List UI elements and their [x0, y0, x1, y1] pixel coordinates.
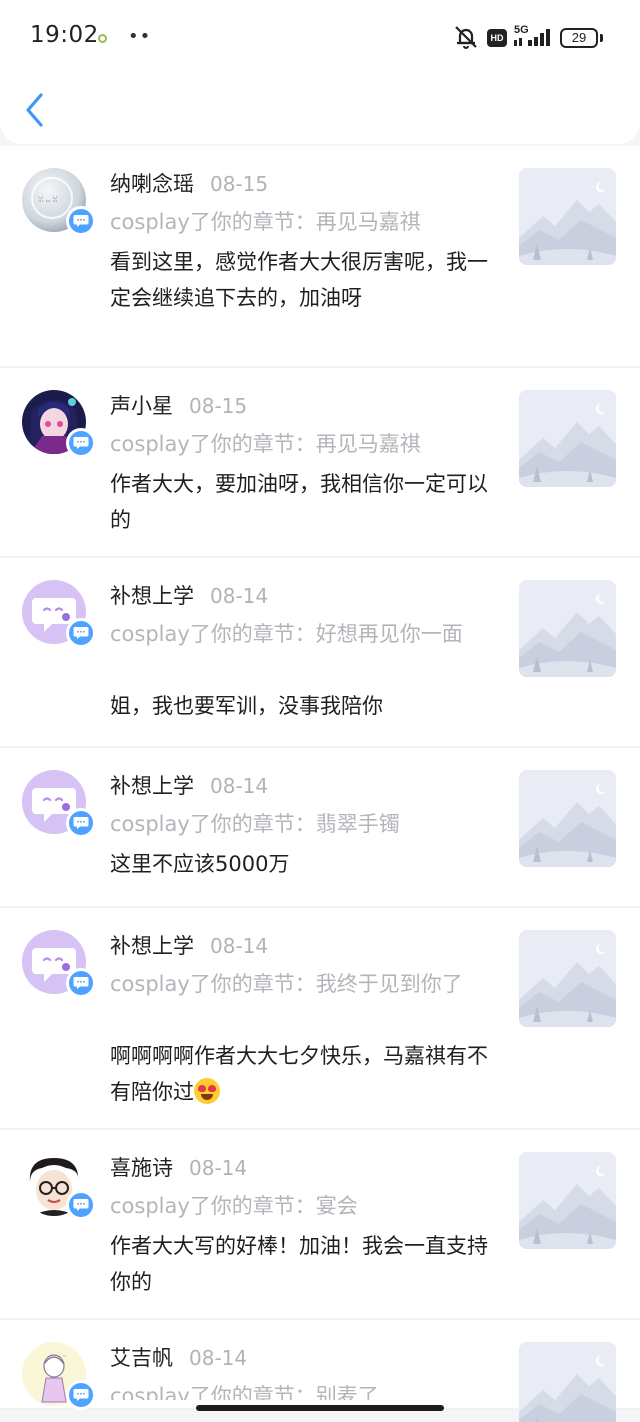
top-bar: 19:02 •• HD 5G 29 — [0, 0, 640, 144]
comment-badge-icon — [66, 968, 96, 998]
status-time: 19:02 — [30, 22, 99, 48]
user-name-text: 艾吉帆 — [110, 1346, 173, 1370]
home-indicator[interactable] — [196, 1405, 444, 1411]
mute-bell-icon — [455, 26, 477, 49]
comment-date: 08-14 — [210, 774, 269, 798]
comment-badge-icon — [66, 808, 96, 838]
chapter-reference: cosplay了你的章节：再见马嘉祺 — [110, 432, 421, 456]
status-bar: 19:02 •• HD 5G 29 — [0, 0, 640, 76]
comment-badge-icon — [66, 1190, 96, 1220]
chapter-reference: cosplay了你的章节：别麦了 — [110, 1384, 379, 1400]
comment-date: 08-15 — [210, 172, 269, 196]
comment-date: 08-14 — [210, 584, 269, 608]
comment-text: 看到这里，感觉作者大大很厉害呢，我一定会继续追下去的，加油呀 — [110, 244, 490, 316]
chapter-reference: cosplay了你的章节：我终于见到你了 — [110, 972, 463, 996]
chapter-reference: cosplay了你的章节：好想再见你一面 — [110, 622, 463, 646]
comment-text: 啊啊啊啊作者大大七夕快乐，马嘉祺有不有陪你过 — [110, 1038, 490, 1110]
comment-badge-icon — [66, 618, 96, 648]
notification-row[interactable]: 喜施诗 08-14 cosplay了你的章节：宴会作者大大写的好棒！加油！我会一直支… — [0, 1130, 640, 1320]
user-name-text: 补想上学 — [110, 934, 194, 958]
notification-dot-icon — [98, 34, 107, 43]
user-name[interactable]: 喜施诗 08-14 — [110, 1152, 247, 1182]
chapter-reference: cosplay了你的章节：翡翠手镯 — [110, 812, 400, 836]
signal-icon — [514, 29, 550, 46]
chapter-thumbnail-placeholder[interactable] — [519, 930, 616, 1027]
notification-row[interactable]: 补想上学 08-14 cosplay了你的章节：我终于见到你了啊啊啊啊作者大大七夕快… — [0, 908, 640, 1130]
comment-text-content: 看到这里，感觉作者大大很厉害呢，我一定会继续追下去的，加油呀 — [110, 250, 488, 310]
chapter-thumbnail-placeholder[interactable] — [519, 390, 616, 487]
user-name-text: 纳喇念瑶 — [110, 172, 194, 196]
hd-badge: HD — [487, 29, 507, 47]
user-name-text: 喜施诗 — [110, 1156, 173, 1180]
comment-badge-icon — [66, 428, 96, 458]
notification-row[interactable]: ~ 艾吉帆 08-14 cosplay了你的章节：别麦了 — [0, 1320, 640, 1422]
user-name-text: 声小星 — [110, 394, 173, 418]
chapter-reference: cosplay了你的章节：宴会 — [110, 1194, 358, 1218]
comment-badge-icon — [66, 1380, 96, 1410]
svg-text:~: ~ — [62, 1353, 67, 1360]
comment-text: 这里不应该5000万 — [110, 846, 490, 882]
comment-date: 08-14 — [189, 1346, 248, 1370]
user-name[interactable]: 补想上学 08-14 — [110, 930, 268, 960]
comment-text-content: 这里不应该5000万 — [110, 852, 290, 876]
user-name-text: 补想上学 — [110, 584, 194, 608]
comment-text: 作者大大写的好棒！加油！我会一直支持你的 — [110, 1228, 490, 1300]
chapter-thumbnail-placeholder[interactable] — [519, 168, 616, 265]
notification-row[interactable]: 补想上学 08-14 cosplay了你的章节：翡翠手镯 这里不应该5000万 — [0, 748, 640, 908]
chapter-thumbnail-placeholder[interactable] — [519, 1342, 616, 1422]
notification-row[interactable]: 声小星 08-15 cosplay了你的章节：再见马嘉祺作者大大，要加油呀，我相信你… — [0, 368, 640, 558]
comment-badge-icon — [66, 206, 96, 236]
svg-text:ꈍ ᴗ ꈍ: ꈍ ᴗ ꈍ — [38, 196, 58, 204]
heart-eyes-emoji-icon — [194, 1078, 220, 1104]
comment-date: 08-15 — [189, 394, 248, 418]
battery-indicator: 29 — [560, 28, 598, 48]
comment-text: 姐，我也要军训，没事我陪你 — [110, 688, 490, 724]
comment-date: 08-14 — [210, 934, 269, 958]
comment-text-content: 姐，我也要军训，没事我陪你 — [110, 694, 383, 718]
user-name[interactable]: 补想上学 08-14 — [110, 580, 268, 610]
comment-text-content: 啊啊啊啊作者大大七夕快乐，马嘉祺有不有陪你过 — [110, 1044, 488, 1104]
chapter-thumbnail-placeholder[interactable] — [519, 770, 616, 867]
user-name[interactable]: 纳喇念瑶 08-15 — [110, 168, 268, 198]
comment-text-content: 作者大大，要加油呀，我相信你一定可以的 — [110, 472, 488, 532]
comment-date: 08-14 — [189, 1156, 248, 1180]
notification-row[interactable]: ꈍ ᴗ ꈍ 纳喇念瑶 08-15 cosplay了你的章节：再见马嘉祺看到这里，感觉作… — [0, 146, 640, 368]
chapter-thumbnail-placeholder[interactable] — [519, 1152, 616, 1249]
back-button[interactable] — [20, 90, 50, 130]
chapter-thumbnail-placeholder[interactable] — [519, 580, 616, 677]
notification-list: ꈍ ᴗ ꈍ 纳喇念瑶 08-15 cosplay了你的章节：再见马嘉祺 看到这里，感觉作… — [0, 146, 640, 1422]
user-name[interactable]: 声小星 08-15 — [110, 390, 247, 420]
comment-text-content: 作者大大写的好棒！加油！我会一直支持你的 — [110, 1234, 488, 1294]
battery-tip — [600, 34, 603, 42]
user-name-text: 补想上学 — [110, 774, 194, 798]
user-name[interactable]: 补想上学 08-14 — [110, 770, 268, 800]
chapter-reference: cosplay了你的章节：再见马嘉祺 — [110, 210, 421, 234]
comment-text: 作者大大，要加油呀，我相信你一定可以的 — [110, 466, 490, 538]
notification-row[interactable]: 补想上学 08-14 cosplay了你的章节：好想再见你一面 姐，我也要军训，没事我… — [0, 558, 640, 748]
more-dots-icon: •• — [128, 26, 152, 47]
user-name[interactable]: 艾吉帆 08-14 — [110, 1342, 247, 1372]
battery-text: 29 — [571, 30, 587, 45]
